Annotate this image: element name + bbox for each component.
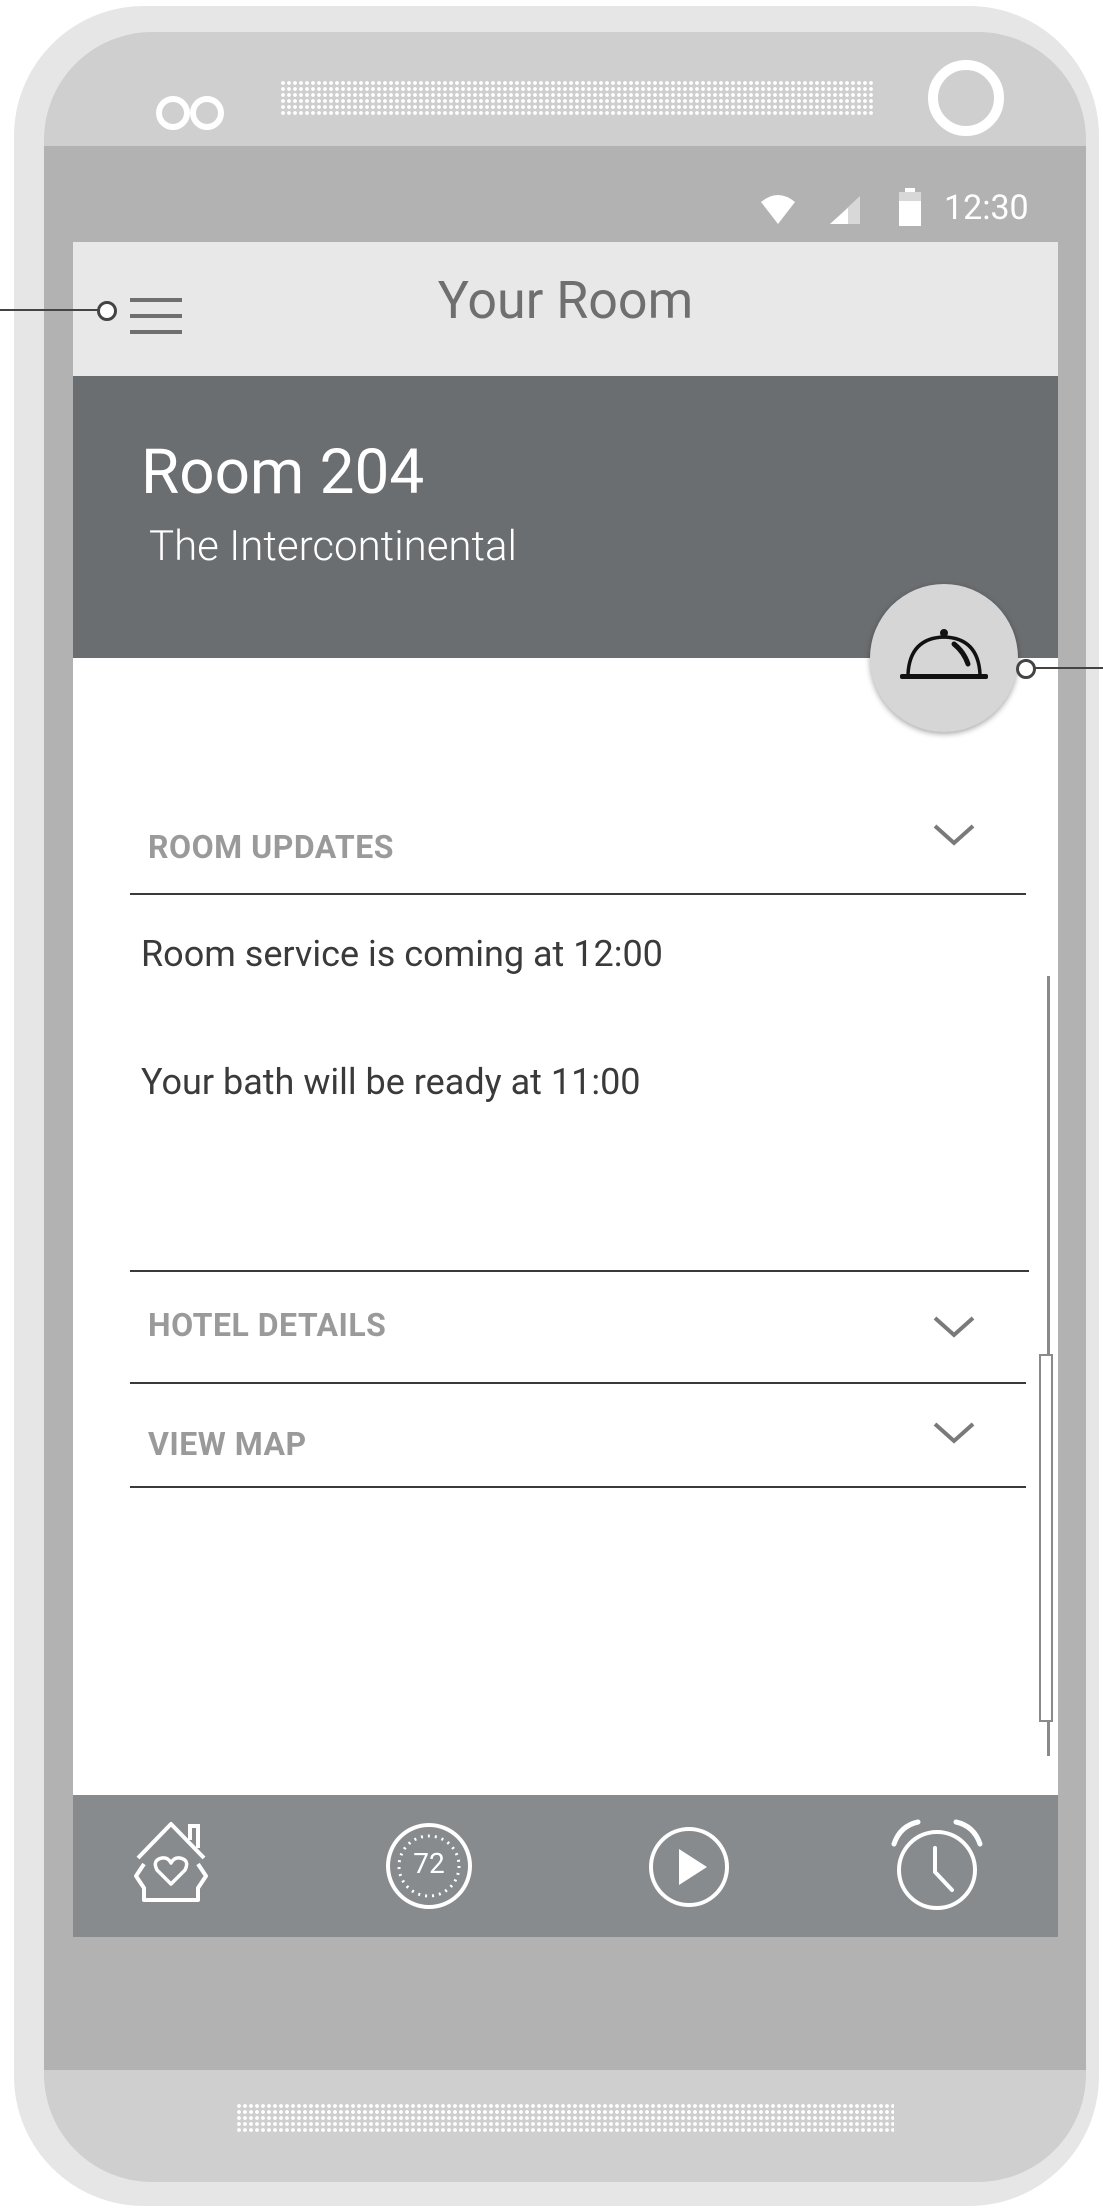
alarm-clock-icon[interactable] <box>888 1818 986 1914</box>
annotation-marker <box>97 301 117 321</box>
room-updates-header[interactable]: ROOM UPDATES <box>148 828 394 866</box>
divider <box>130 893 1026 895</box>
room-number: Room 204 <box>141 436 425 509</box>
scrollbar-thumb[interactable] <box>1039 1354 1053 1722</box>
signal-icon <box>830 196 860 224</box>
view-map-header[interactable]: VIEW MAP <box>148 1425 307 1463</box>
divider <box>130 1382 1026 1384</box>
bottom-speaker <box>236 2103 894 2133</box>
sensor-dot <box>156 96 190 130</box>
play-icon[interactable] <box>647 1825 731 1909</box>
thermostat-button[interactable]: 72 <box>384 1821 474 1911</box>
room-service-button[interactable] <box>870 584 1018 732</box>
hotel-name: The Intercontinental <box>149 522 517 571</box>
update-item: Room service is coming at 12:00 <box>141 933 663 975</box>
status-time: 12:30 <box>944 188 1029 228</box>
page-title: Your Room <box>437 270 694 331</box>
chevron-down-icon[interactable] <box>932 1420 976 1446</box>
divider <box>130 1486 1026 1488</box>
update-item: Your bath will be ready at 11:00 <box>141 1061 641 1103</box>
wifi-icon <box>761 195 795 224</box>
thermostat-value: 72 <box>413 1847 445 1880</box>
battery-icon <box>899 188 921 226</box>
chevron-down-icon[interactable] <box>932 1314 976 1340</box>
annotation-marker <box>1016 659 1036 679</box>
front-camera <box>928 60 1004 136</box>
hotel-details-header[interactable]: HOTEL DETAILS <box>148 1306 386 1344</box>
earpiece-speaker <box>280 80 874 116</box>
annotation-line <box>1026 667 1103 669</box>
room-service-bell-icon <box>900 629 988 679</box>
sensor-dot <box>190 96 224 130</box>
chevron-down-icon[interactable] <box>932 822 976 848</box>
annotation-line <box>0 309 100 311</box>
divider <box>130 1270 1029 1272</box>
home-heart-icon[interactable] <box>124 1818 218 1904</box>
